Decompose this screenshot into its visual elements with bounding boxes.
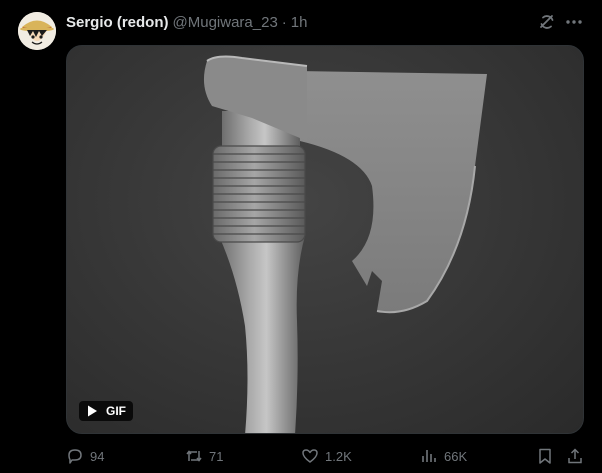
tweet-header: Sergio (redon) @Mugiwara_23 · 1h — [66, 12, 307, 32]
avatar[interactable] — [18, 12, 56, 50]
gif-label: GIF — [106, 404, 126, 418]
author-handle[interactable]: @Mugiwara_23 — [173, 14, 278, 31]
reply-icon — [68, 449, 82, 464]
like-icon — [302, 449, 318, 463]
author-name[interactable]: Sergio (redon) — [66, 14, 169, 31]
more-icon[interactable] — [563, 11, 585, 33]
play-icon — [88, 405, 97, 417]
reply-button[interactable]: 94 — [66, 444, 104, 468]
repost-count: 71 — [209, 448, 224, 464]
bookmark-icon — [539, 448, 551, 464]
bookmark-button[interactable] — [536, 444, 554, 468]
tweet: Sergio (redon) @Mugiwara_23 · 1h GIF 94 … — [0, 0, 602, 473]
axe-render — [203, 55, 487, 433]
share-icon — [568, 448, 582, 464]
media-gif[interactable]: GIF — [66, 45, 584, 434]
like-count: 1.2K — [325, 448, 352, 464]
views-icon — [422, 450, 436, 462]
gif-badge[interactable]: GIF — [79, 401, 133, 421]
action-bar: 94 71 1.2K 66K — [0, 444, 602, 468]
reply-count: 94 — [90, 448, 105, 464]
views-button[interactable]: 66K — [420, 444, 467, 468]
timestamp[interactable]: 1h — [291, 14, 308, 31]
grok-icon[interactable] — [536, 11, 558, 33]
repost-button[interactable]: 71 — [185, 444, 223, 468]
share-button[interactable] — [566, 444, 584, 468]
repost-icon — [186, 450, 202, 462]
views-count: 66K — [444, 448, 468, 464]
like-button[interactable]: 1.2K — [301, 444, 352, 468]
header-separator: · — [281, 13, 287, 31]
